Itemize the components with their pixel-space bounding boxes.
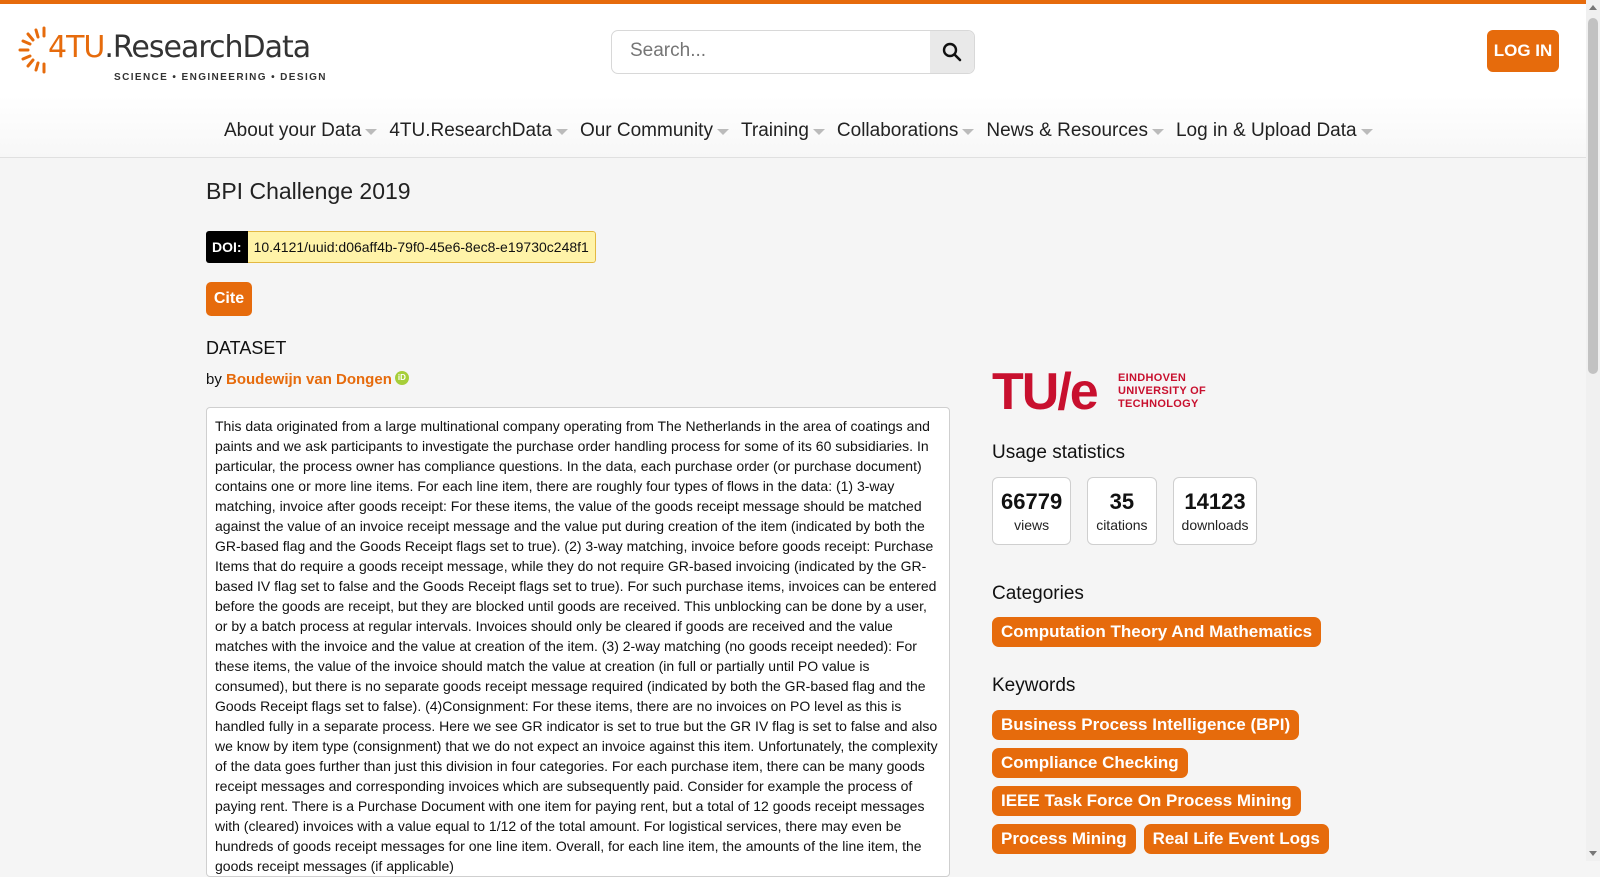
institution-logo: TU/e EINDHOVEN UNIVERSITY OF TECHNOLOGY xyxy=(992,363,1252,421)
stat-downloads: 14123 downloads xyxy=(1172,477,1258,545)
author-byline: by Boudewijn van Dongen iD xyxy=(206,371,409,388)
keywords-heading: Keywords xyxy=(992,675,1076,696)
page-title: BPI Challenge 2019 xyxy=(206,178,411,204)
search-input[interactable] xyxy=(612,31,948,71)
doi-badge: DOI: 10.4121/uuid:d06aff4b-79f0-45e6-8ec… xyxy=(206,231,596,263)
page-scrollbar[interactable] xyxy=(1586,0,1600,861)
nav-about-your-data[interactable]: About your Data xyxy=(224,116,378,146)
orcid-icon[interactable]: iD xyxy=(394,371,409,385)
category-tag[interactable]: Computation Theory And Mathematics xyxy=(992,617,1322,647)
main-nav: About your Data 4TU.ResearchData Our Com… xyxy=(224,116,1385,146)
scrollbar-thumb[interactable] xyxy=(1588,18,1598,374)
dataset-type-heading: DATASET xyxy=(206,338,287,358)
logo-wordmark: 4TU.ResearchData xyxy=(48,30,311,65)
caret-down-icon xyxy=(555,129,568,135)
search-icon xyxy=(942,42,962,62)
keyword-list: Business Process Intelligence (BPI) Comp… xyxy=(992,710,1352,862)
site-logo[interactable]: 4TU.ResearchData SCIENCE • ENGINEERING •… xyxy=(14,18,326,83)
keyword-tag[interactable]: Compliance Checking xyxy=(992,748,1188,778)
caret-down-icon xyxy=(812,129,825,135)
nav-news-resources[interactable]: News & Resources xyxy=(986,116,1164,146)
dataset-description: This data originated from a large multin… xyxy=(206,407,950,877)
nav-4tu-researchdata[interactable]: 4TU.ResearchData xyxy=(389,116,568,146)
cite-button[interactable]: Cite xyxy=(206,282,252,316)
scroll-up-icon[interactable] xyxy=(1589,5,1597,10)
keyword-tag[interactable]: Process Mining xyxy=(992,824,1136,854)
categories-heading: Categories xyxy=(992,583,1084,604)
search-button[interactable] xyxy=(930,31,974,73)
usage-statistics-heading: Usage statistics xyxy=(992,442,1126,463)
caret-down-icon xyxy=(365,129,378,135)
caret-down-icon xyxy=(962,129,975,135)
usage-stats: 66779 views 35 citations 14123 downloads xyxy=(992,477,1273,545)
doi-label: DOI: xyxy=(206,231,248,263)
nav-our-community[interactable]: Our Community xyxy=(580,116,729,146)
site-header: 4TU.ResearchData SCIENCE • ENGINEERING •… xyxy=(0,4,1586,158)
caret-down-icon xyxy=(716,129,729,135)
institution-name: EINDHOVEN UNIVERSITY OF TECHNOLOGY xyxy=(1118,372,1207,410)
stat-views: 66779 views xyxy=(992,477,1072,545)
caret-down-icon xyxy=(1360,129,1373,135)
nav-collaborations[interactable]: Collaborations xyxy=(837,116,975,146)
nav-login-upload[interactable]: Log in & Upload Data xyxy=(1176,116,1373,146)
nav-training[interactable]: Training xyxy=(741,116,825,146)
search-box xyxy=(611,30,975,74)
caret-down-icon xyxy=(1151,129,1164,135)
doi-value[interactable]: 10.4121/uuid:d06aff4b-79f0-45e6-8ec8-e19… xyxy=(247,231,596,263)
login-button[interactable]: LOG IN xyxy=(1487,30,1559,72)
stat-citations: 35 citations xyxy=(1087,477,1157,545)
keyword-tag[interactable]: Real Life Event Logs xyxy=(1143,824,1329,854)
keyword-tag[interactable]: IEEE Task Force On Process Mining xyxy=(992,786,1301,816)
keyword-tag[interactable]: Business Process Intelligence (BPI) xyxy=(992,710,1300,740)
logo-tagline: SCIENCE • ENGINEERING • DESIGN xyxy=(114,72,327,83)
author-link[interactable]: Boudewijn van Dongen xyxy=(226,371,392,388)
category-list: Computation Theory And Mathematics xyxy=(992,617,1322,647)
tue-logo-mark: TU/e xyxy=(992,363,1099,421)
scroll-down-icon[interactable] xyxy=(1589,851,1597,856)
